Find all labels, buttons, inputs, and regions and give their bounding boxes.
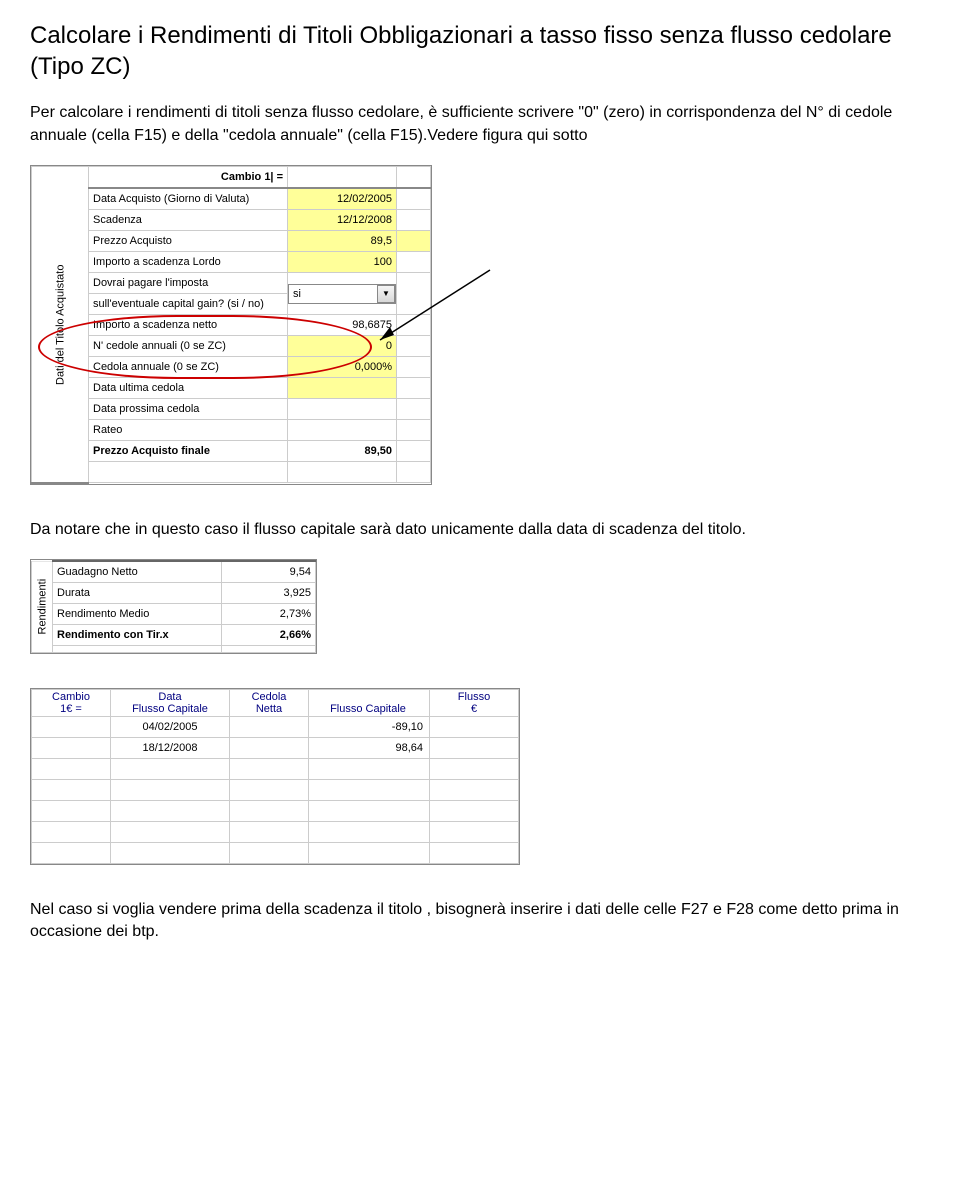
row-n-cedole-label: N' cedole annuali (0 se ZC) xyxy=(89,336,288,357)
row-prezzo-finale-value: 89,50 xyxy=(288,441,397,462)
flow-date-2: 18/12/2008 xyxy=(111,738,230,759)
paragraph-2: Da notare che in questo caso il flusso c… xyxy=(30,519,930,541)
row-data-acquisto-value[interactable]: 12/02/2005 xyxy=(288,188,397,210)
row-importo-netto-value: 98,6875 xyxy=(288,315,397,336)
row-n-cedole-value[interactable]: 0 xyxy=(288,336,397,357)
row-guadagno-value: 9,54 xyxy=(222,561,316,583)
row-cedola-annuale-label: Cedola annuale (0 se ZC) xyxy=(89,357,288,378)
row-durata-label: Durata xyxy=(53,583,222,604)
row-rendimento-tir-label: Rendimento con Tir.x xyxy=(53,625,222,646)
row-data-ultima-cedola-value[interactable] xyxy=(288,378,397,399)
row-prezzo-acquisto-value[interactable]: 89,5 xyxy=(288,231,397,252)
row-rateo-value xyxy=(288,420,397,441)
figure-2: Rendimenti Guadagno Netto 9,54 Durata 3,… xyxy=(30,559,930,658)
col-header-cambio: Cambio1€ = xyxy=(32,690,111,717)
row-rendimento-medio-label: Rendimento Medio xyxy=(53,604,222,625)
spreadsheet-acquisto: Dati del Titolo Acquistato Cambio 1| = D… xyxy=(30,165,432,485)
flow-date-1: 04/02/2005 xyxy=(111,717,230,738)
flow-value-1: -89,10 xyxy=(309,717,430,738)
row-data-prossima-cedola-label: Data prossima cedola xyxy=(89,399,288,420)
section-label-acquistato: Dati del Titolo Acquistato xyxy=(32,167,89,483)
row-data-ultima-cedola-label: Data ultima cedola xyxy=(89,378,288,399)
capital-gain-value: si xyxy=(289,288,377,300)
row-prezzo-acquisto-label: Prezzo Acquisto xyxy=(89,231,288,252)
table-row xyxy=(32,780,519,801)
spreadsheet-rendimenti: Rendimenti Guadagno Netto 9,54 Durata 3,… xyxy=(30,559,317,654)
page-title: Calcolare i Rendimenti di Titoli Obbliga… xyxy=(30,20,930,82)
row-durata-value: 3,925 xyxy=(222,583,316,604)
row-importo-lordo-value[interactable]: 100 xyxy=(288,252,397,273)
table-row xyxy=(32,759,519,780)
row-data-acquisto-label: Data Acquisto (Giorno di Valuta) xyxy=(89,188,288,210)
row-imposta-label-2: sull'eventuale capital gain? (si / no) xyxy=(89,294,288,315)
table-row: 18/12/2008 98,64 xyxy=(32,738,519,759)
col-header-flusso-capitale: Flusso Capitale xyxy=(309,690,430,717)
row-guadagno-label: Guadagno Netto xyxy=(53,561,222,583)
row-imposta-label-1: Dovrai pagare l'imposta xyxy=(89,273,288,294)
table-row xyxy=(32,822,519,843)
row-prezzo-finale-label: Prezzo Acquisto finale xyxy=(89,441,288,462)
paragraph-3: Nel caso si voglia vendere prima della s… xyxy=(30,899,930,944)
chevron-down-icon[interactable]: ▼ xyxy=(377,285,395,303)
row-rendimento-medio-value: 2,73% xyxy=(222,604,316,625)
row-data-prossima-cedola-value xyxy=(288,399,397,420)
row-cedola-annuale-value[interactable]: 0,000% xyxy=(288,357,397,378)
figure-1: Dati del Titolo Acquistato Cambio 1| = D… xyxy=(30,165,930,489)
intro-paragraph: Per calcolare i rendimenti di titoli sen… xyxy=(30,102,930,147)
row-importo-netto-label: Importo a scadenza netto xyxy=(89,315,288,336)
capital-gain-dropdown[interactable]: si ▼ xyxy=(288,284,396,304)
spreadsheet-flussi: Cambio1€ = DataFlusso Capitale CedolaNet… xyxy=(30,688,520,865)
figure-3: Cambio1€ = DataFlusso Capitale CedolaNet… xyxy=(30,688,930,869)
row-rateo-label: Rateo xyxy=(89,420,288,441)
table-row xyxy=(32,843,519,864)
row-importo-lordo-label: Importo a scadenza Lordo xyxy=(89,252,288,273)
section-label-rendimenti: Rendimenti xyxy=(32,561,53,653)
col-header-cedola: CedolaNetta xyxy=(230,690,309,717)
flow-value-2: 98,64 xyxy=(309,738,430,759)
table-row xyxy=(32,801,519,822)
col-header-flusso-euro: Flusso€ xyxy=(430,690,519,717)
row-scadenza-label: Scadenza xyxy=(89,210,288,231)
table-row: 04/02/2005 -89,10 xyxy=(32,717,519,738)
row-scadenza-value[interactable]: 12/12/2008 xyxy=(288,210,397,231)
col-header-data: DataFlusso Capitale xyxy=(111,690,230,717)
cambio-label: Cambio 1| = xyxy=(89,167,288,189)
row-rendimento-tir-value: 2,66% xyxy=(222,625,316,646)
